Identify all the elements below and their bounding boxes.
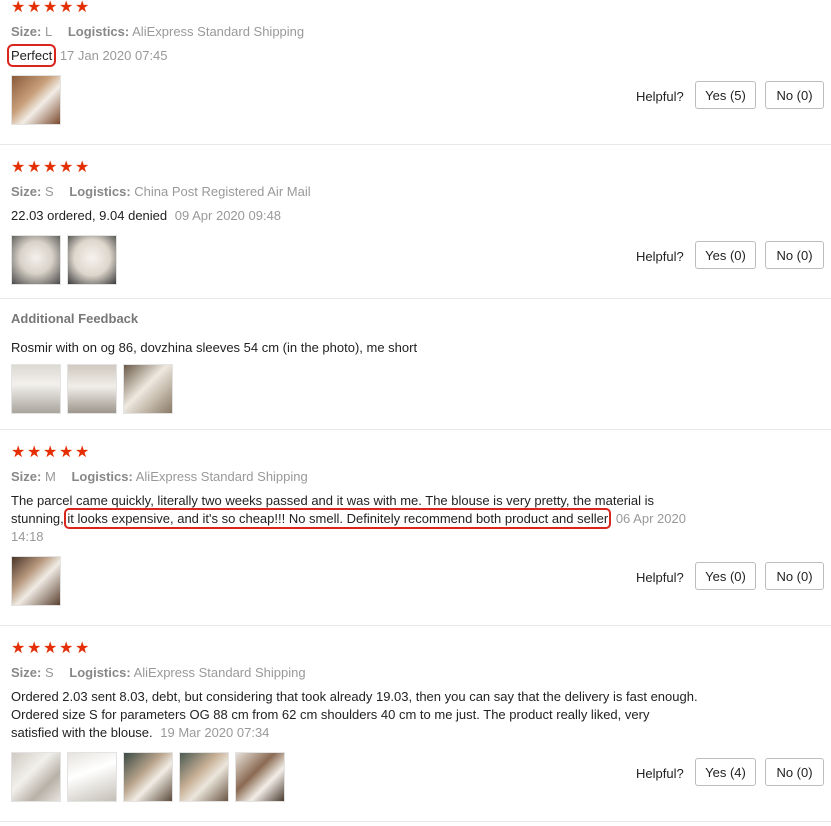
review-date: 19 Mar 2020 07:34 xyxy=(160,725,270,740)
helpful-label: Helpful? xyxy=(636,89,684,104)
helpful-no-button[interactable]: No (0) xyxy=(765,562,824,590)
star-icon: ★ xyxy=(43,0,58,16)
additional-photos xyxy=(11,364,173,414)
star-icon: ★ xyxy=(11,444,26,461)
review-body-line: satisfied with the blouse. 19 Mar 2020 0… xyxy=(11,724,751,742)
star-icon: ★ xyxy=(27,0,42,16)
highlighted-text: it looks expensive, and it's so cheap!!!… xyxy=(64,508,612,529)
review-divider xyxy=(0,144,831,145)
review-text: Ordered 2.03 sent 8.03, debt, but consid… xyxy=(11,688,751,742)
review-date: 09 Apr 2020 09:48 xyxy=(174,208,282,223)
size-label: Size: xyxy=(11,665,42,680)
review-photo-thumbnail[interactable] xyxy=(67,235,117,285)
logistics-value: AliExpress Standard Shipping xyxy=(132,24,305,39)
review-photo-thumbnail[interactable] xyxy=(11,364,61,414)
review-text: Perfect 17 Jan 2020 07:45 xyxy=(6,44,168,67)
size-value: S xyxy=(44,184,54,199)
review-body-line: The parcel came quickly, literally two w… xyxy=(11,493,655,508)
rating-stars: ★ ★ ★ ★ ★ xyxy=(11,445,89,461)
star-icon: ★ xyxy=(43,159,58,176)
star-icon: ★ xyxy=(11,0,26,16)
review-photo-thumbnail[interactable] xyxy=(11,75,61,125)
size-label: Size: xyxy=(11,184,42,199)
highlighted-text: Perfect xyxy=(6,44,57,67)
star-icon: ★ xyxy=(75,159,90,176)
star-icon: ★ xyxy=(43,444,58,461)
review-date: 06 Apr 2020 xyxy=(615,511,686,526)
helpful-no-button[interactable]: No (0) xyxy=(765,81,824,109)
logistics-label: Logistics: xyxy=(69,184,131,199)
review-body-line: Ordered size S for parameters OG 88 cm f… xyxy=(11,707,650,722)
review-photo-thumbnail[interactable] xyxy=(235,752,285,802)
review-body-line: Ordered 2.03 sent 8.03, debt, but consid… xyxy=(11,689,698,704)
size-value: M xyxy=(44,469,56,484)
logistics-value: AliExpress Standard Shipping xyxy=(133,665,306,680)
review-meta: Size: S Logistics: China Post Registered… xyxy=(11,184,323,199)
logistics-label: Logistics: xyxy=(71,469,133,484)
helpful-label: Helpful? xyxy=(636,766,684,781)
star-icon: ★ xyxy=(75,640,90,657)
star-icon: ★ xyxy=(11,640,26,657)
helpful-no-button[interactable]: No (0) xyxy=(765,241,824,269)
review-photo-thumbnail[interactable] xyxy=(123,752,173,802)
rating-stars: ★ ★ ★ ★ ★ xyxy=(11,160,89,176)
logistics-value: AliExpress Standard Shipping xyxy=(135,469,308,484)
star-icon: ★ xyxy=(59,159,74,176)
star-icon: ★ xyxy=(11,159,26,176)
rating-stars: ★ ★ ★ ★ ★ xyxy=(11,0,89,16)
review-divider xyxy=(0,429,831,430)
size-value: S xyxy=(44,665,54,680)
helpful-yes-button[interactable]: Yes (4) xyxy=(695,758,756,786)
star-icon: ★ xyxy=(59,640,74,657)
helpful-yes-button[interactable]: Yes (0) xyxy=(695,241,756,269)
review-meta: Size: S Logistics: AliExpress Standard S… xyxy=(11,665,318,680)
star-icon: ★ xyxy=(75,444,90,461)
star-icon: ★ xyxy=(43,640,58,657)
review-photos xyxy=(11,556,61,606)
star-icon: ★ xyxy=(75,0,90,16)
review-meta: Size: L Logistics: AliExpress Standard S… xyxy=(11,24,316,39)
helpful-label: Helpful? xyxy=(636,249,684,264)
helpful-yes-button[interactable]: Yes (0) xyxy=(695,562,756,590)
additional-divider xyxy=(0,298,831,299)
review-photo-thumbnail[interactable] xyxy=(11,752,61,802)
review-photo-thumbnail[interactable] xyxy=(11,556,61,606)
review-divider xyxy=(0,625,831,626)
additional-feedback-title: Additional Feedback xyxy=(11,311,139,326)
size-label: Size: xyxy=(11,24,42,39)
review-body-fragment: stunning, xyxy=(11,511,64,526)
review-time: 14:18 xyxy=(11,529,44,544)
star-icon: ★ xyxy=(27,444,42,461)
logistics-label: Logistics: xyxy=(69,665,131,680)
review-photo-thumbnail[interactable] xyxy=(67,752,117,802)
review-text: 22.03 ordered, 9.04 denied 09 Apr 2020 0… xyxy=(11,207,281,225)
size-label: Size: xyxy=(11,469,42,484)
review-body: 22.03 ordered, 9.04 denied xyxy=(11,208,168,223)
star-icon: ★ xyxy=(59,0,74,16)
additional-feedback-text: Rosmir with on og 86, dovzhina sleeves 5… xyxy=(11,340,418,355)
review-divider xyxy=(0,821,831,822)
review-body-fragment: satisfied with the blouse. xyxy=(11,725,153,740)
review-meta: Size: M Logistics: AliExpress Standard S… xyxy=(11,469,320,484)
review-photo-thumbnail[interactable] xyxy=(179,752,229,802)
helpful-no-button[interactable]: No (0) xyxy=(765,758,824,786)
review-photos xyxy=(11,75,61,125)
review-photo-thumbnail[interactable] xyxy=(11,235,61,285)
helpful-yes-button[interactable]: Yes (5) xyxy=(695,81,756,109)
star-icon: ★ xyxy=(27,159,42,176)
review-photos xyxy=(11,752,285,802)
review-text: The parcel came quickly, literally two w… xyxy=(11,492,726,546)
star-icon: ★ xyxy=(27,640,42,657)
rating-stars: ★ ★ ★ ★ ★ xyxy=(11,641,89,657)
logistics-value: China Post Registered Air Mail xyxy=(134,184,311,199)
size-value: L xyxy=(44,24,53,39)
review-photo-thumbnail[interactable] xyxy=(67,364,117,414)
review-body-line: stunning, it looks expensive, and it's s… xyxy=(11,508,726,529)
star-icon: ★ xyxy=(59,444,74,461)
review-photo-thumbnail[interactable] xyxy=(123,364,173,414)
review-photos xyxy=(11,235,117,285)
review-date: 17 Jan 2020 07:45 xyxy=(59,48,168,63)
helpful-label: Helpful? xyxy=(636,570,684,585)
logistics-label: Logistics: xyxy=(67,24,130,39)
